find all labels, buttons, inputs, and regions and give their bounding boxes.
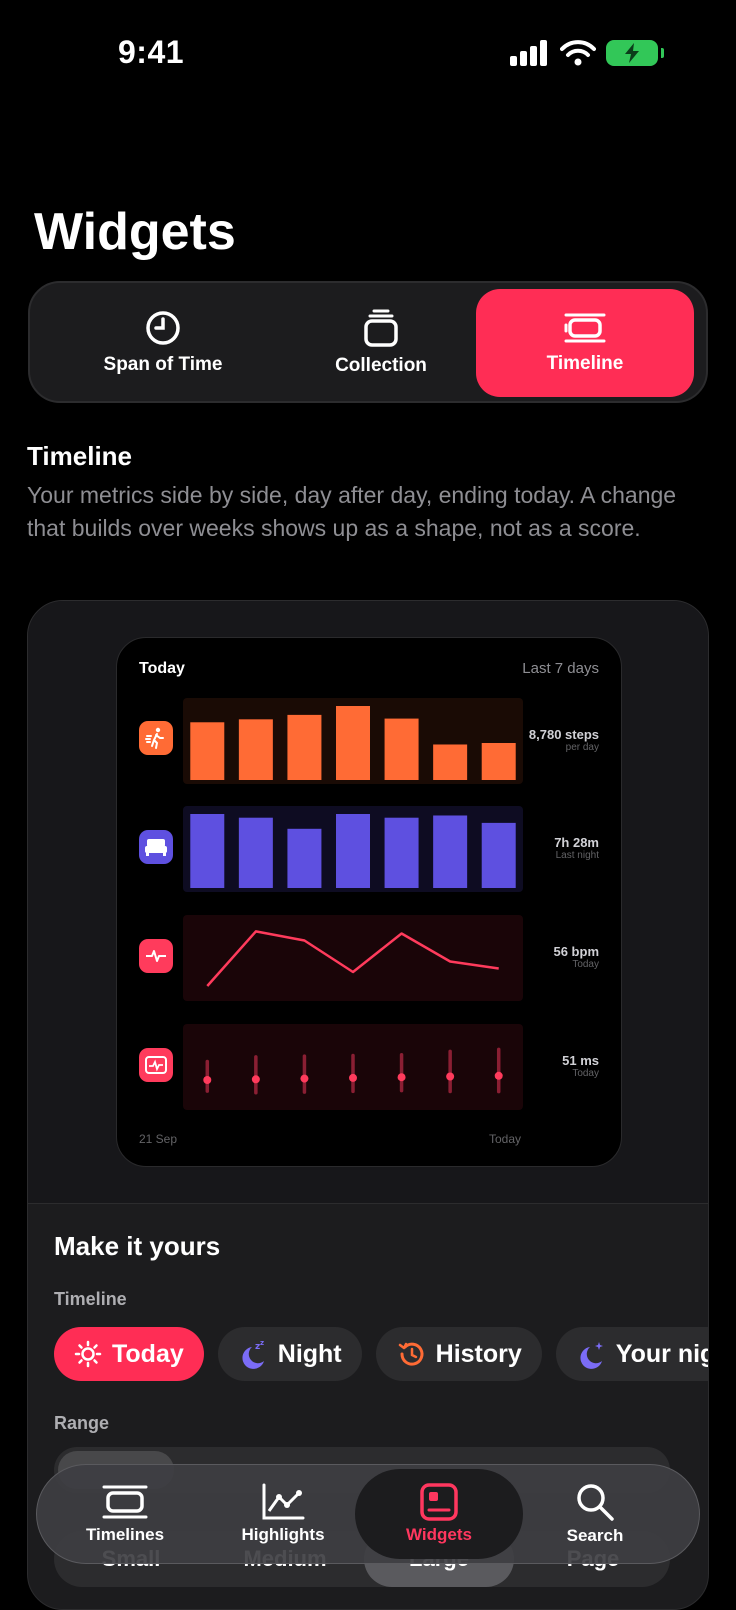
moon-star-icon (580, 1342, 603, 1369)
segment-timeline[interactable]: Timeline (476, 289, 694, 397)
timeline-option-label: Timeline (54, 1289, 127, 1309)
segment-label: Timeline (546, 353, 624, 374)
chip-night[interactable]: z z Night (217, 1327, 362, 1381)
bar (287, 714, 322, 780)
stack-icon (364, 309, 398, 347)
axis-start-label: 21 Sep (139, 1132, 178, 1146)
segment-collection[interactable]: Collection (272, 289, 490, 397)
battery-charging-icon (606, 40, 664, 66)
point (251, 1075, 260, 1084)
point (397, 1073, 406, 1082)
tab-timelines[interactable]: Timelines (41, 1469, 209, 1559)
heart-rate-plot (183, 915, 523, 1001)
bar (433, 744, 468, 780)
status-time: 9:41 (118, 34, 185, 70)
point (494, 1071, 503, 1080)
wifi-icon (560, 40, 596, 66)
range-label: Range (54, 1413, 110, 1433)
chip-today[interactable]: Today (54, 1327, 204, 1381)
preview-area: Today Last 7 days 8,780 steps per day 7h… (28, 601, 708, 1204)
hrv-sub: Today (572, 1068, 599, 1079)
sleep-plot (183, 806, 523, 892)
tab-label: Timelines (85, 1525, 165, 1544)
bar (481, 822, 516, 888)
bar (336, 706, 370, 780)
history-icon (398, 1342, 424, 1366)
bar (336, 814, 370, 888)
bar (287, 828, 322, 888)
bar (190, 722, 225, 780)
sun-icon (74, 1340, 102, 1368)
heart-rate-sub: Today (572, 959, 599, 970)
bar (433, 815, 468, 888)
hrv-plot (183, 1024, 523, 1110)
segment-span-of-time[interactable]: Span of Time (54, 289, 272, 397)
widget-title: Today (139, 660, 185, 677)
tab-label: Search (566, 1526, 624, 1545)
hrv-value: 51 ms (562, 1053, 599, 1068)
axis-end-label: Today (489, 1132, 522, 1146)
steps-value: 8,780 steps (528, 727, 599, 742)
tab-search[interactable]: Search (511, 1469, 679, 1559)
timeline-icon (564, 313, 606, 343)
timelines-icon (102, 1485, 148, 1519)
page-title: Widgets (34, 203, 236, 261)
steps-sub: per day (565, 742, 599, 753)
point (203, 1076, 212, 1084)
chip-label: History (435, 1339, 522, 1368)
sleep-sub: Last night (555, 850, 599, 861)
timeline-chips: Today z z Night History Your nig (54, 1327, 709, 1381)
moon-zzz-icon: z z (242, 1339, 264, 1369)
tab-label: Highlights (241, 1525, 325, 1544)
segment-label: Collection (335, 355, 427, 376)
section-description: Your metrics side by side, day after day… (27, 482, 677, 541)
search-icon (577, 1484, 614, 1521)
widget-icon (420, 1483, 458, 1521)
chip-label: Today (112, 1339, 184, 1368)
bar (384, 718, 419, 780)
customize-title: Make it yours (54, 1231, 221, 1261)
segment-label: Span of Time (103, 354, 223, 375)
tab-highlights[interactable]: Highlights (199, 1469, 367, 1559)
tab-label: Widgets (406, 1525, 472, 1544)
steps-plot (183, 698, 523, 784)
chip-your-night[interactable]: Your nig (555, 1327, 709, 1381)
section-title: Timeline (27, 441, 133, 471)
widget-type-segmented-control: Span of Time Collection Timeline (28, 281, 708, 403)
bar (238, 817, 273, 888)
chip-history[interactable]: History (375, 1327, 542, 1381)
status-icons (510, 40, 664, 66)
widget-range: Last 7 days (522, 660, 599, 677)
chart-line-icon (262, 1483, 305, 1520)
bar (384, 817, 419, 888)
svg-text:z: z (260, 1339, 264, 1347)
bed-icon (139, 830, 173, 864)
tab-bar: Timelines Highlights Widgets Search (36, 1464, 700, 1564)
cellular-signal-icon (510, 40, 547, 66)
bar (238, 719, 273, 780)
plot-background (183, 915, 523, 1001)
point (446, 1072, 455, 1081)
point (349, 1073, 357, 1082)
walking-icon (139, 721, 173, 755)
point (300, 1074, 309, 1083)
bar (190, 814, 225, 888)
chip-label: Your nig (615, 1339, 709, 1368)
timeline-widget-preview: Today Last 7 days 8,780 steps per day 7h… (116, 637, 622, 1167)
bar (481, 743, 516, 780)
sleep-value: 7h 28m (554, 835, 599, 850)
chip-label: Night (277, 1339, 342, 1368)
heart-rate-icon (139, 939, 173, 973)
widget-preview-card: Today Last 7 days 8,780 steps per day 7h… (27, 600, 709, 1610)
clock-icon (146, 311, 180, 345)
tab-widgets[interactable]: Widgets (355, 1469, 523, 1559)
heart-rate-value: 56 bpm (553, 944, 599, 959)
hrv-icon (139, 1048, 173, 1082)
